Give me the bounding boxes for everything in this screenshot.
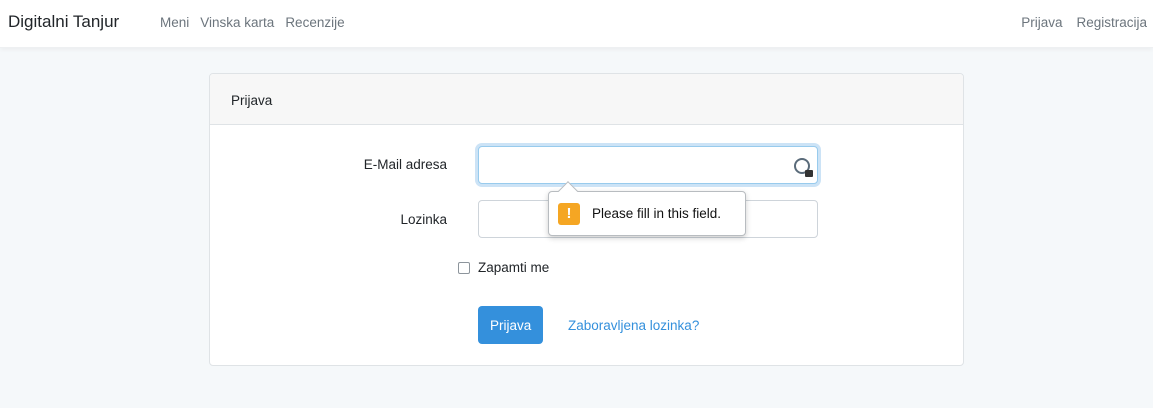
nav-link-registracija[interactable]: Registracija [1076, 15, 1147, 30]
validation-tooltip: ! Please fill in this field. [548, 181, 746, 236]
login-button[interactable]: Prijava [478, 306, 544, 344]
forgot-password-link[interactable]: Zaboravljena lozinka? [568, 318, 699, 333]
remember-label[interactable]: Zapamti me [478, 260, 549, 275]
nav-link-meni[interactable]: Meni [160, 15, 189, 30]
nav-link-vinska-karta[interactable]: Vinska karta [200, 15, 274, 30]
email-input[interactable] [478, 146, 818, 184]
password-label: Lozinka [400, 212, 447, 227]
nav-link-recenzije[interactable]: Recenzije [285, 15, 344, 30]
password-manager-icon[interactable] [794, 158, 813, 177]
email-label: E-Mail adresa [363, 157, 447, 172]
nav-link-prijava[interactable]: Prijava [1021, 15, 1062, 30]
remember-checkbox[interactable] [458, 262, 470, 274]
navbar: Digitalni Tanjur Meni Vinska karta Recen… [0, 0, 1153, 48]
tooltip-message: Please fill in this field. [592, 206, 722, 221]
card-header: Prijava [210, 74, 963, 125]
warning-icon: ! [558, 203, 580, 225]
brand-link[interactable]: Digitalni Tanjur [8, 12, 119, 32]
nav-right: Prijava Registracija [1021, 15, 1147, 30]
nav-left: Meni Vinska karta Recenzije [160, 15, 345, 30]
